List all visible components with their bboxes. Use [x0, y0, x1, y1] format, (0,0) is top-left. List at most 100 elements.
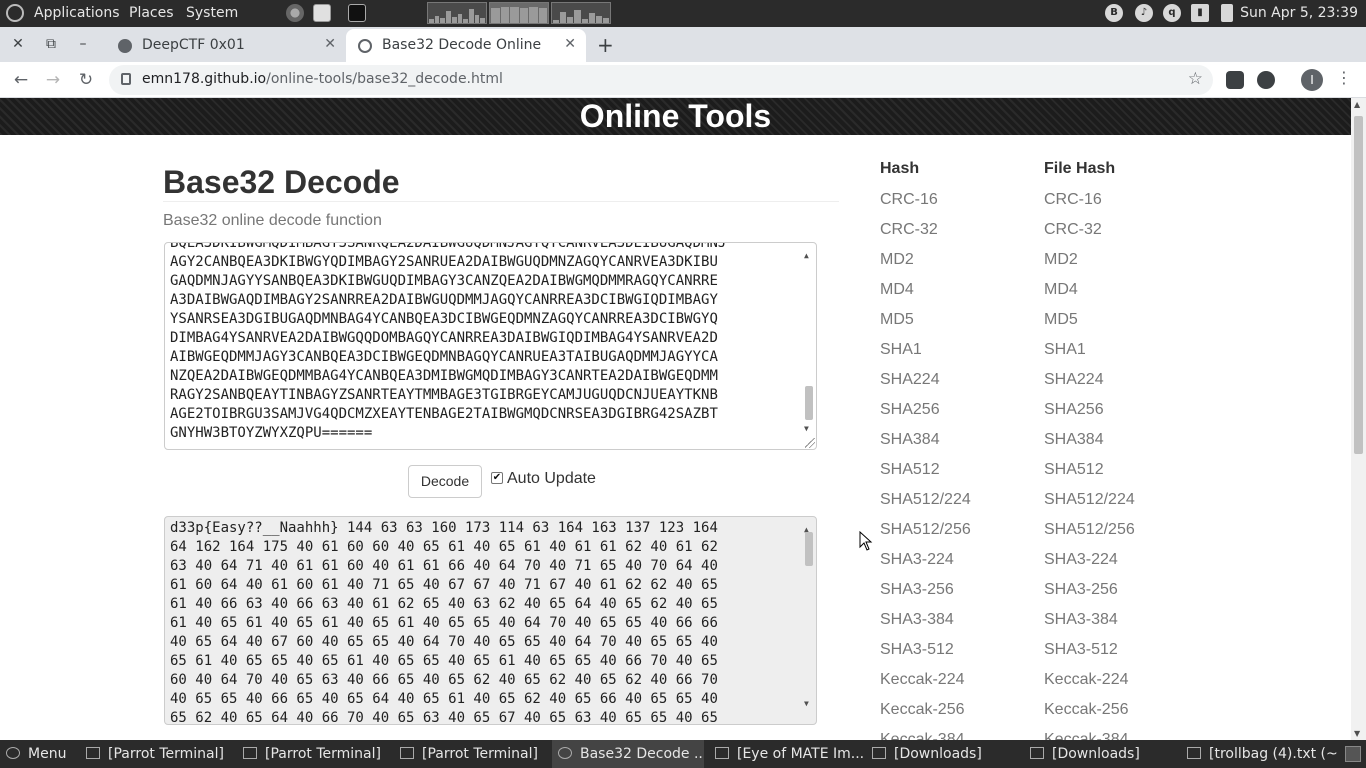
- hash-link[interactable]: SHA224: [880, 370, 971, 400]
- address-bar[interactable]: emn178.github.io/online-tools/base32_dec…: [109, 65, 1213, 95]
- hash-link[interactable]: SHA3-256: [1044, 580, 1135, 610]
- tab-base32-decode[interactable]: Base32 Decode Online ✕: [346, 29, 586, 62]
- hash-link[interactable]: SHA512: [880, 460, 971, 490]
- hash-link[interactable]: SHA3-224: [880, 550, 971, 580]
- taskbar-item-label: [Parrot Terminal]: [422, 746, 538, 762]
- auto-update-label[interactable]: Auto Update: [507, 470, 596, 488]
- hash-link[interactable]: SHA512/256: [880, 520, 971, 550]
- scrollbar-thumb[interactable]: [805, 532, 813, 566]
- taskbar-item[interactable]: [Parrot Terminal]: [243, 740, 393, 768]
- clock[interactable]: Sun Apr 5, 23:39: [1240, 5, 1358, 21]
- parrot-logo-icon[interactable]: [6, 4, 24, 22]
- hash-link[interactable]: SHA3-384: [880, 610, 971, 640]
- hash-link[interactable]: Keccak-224: [1044, 670, 1135, 700]
- taskbar-item[interactable]: [Parrot Terminal]: [400, 740, 550, 768]
- places-menu[interactable]: Places: [129, 5, 174, 21]
- network-signal-icon[interactable]: ▮: [1191, 4, 1209, 22]
- hash-link[interactable]: SHA512/224: [880, 490, 971, 520]
- taskbar-item[interactable]: [Parrot Terminal]: [86, 740, 236, 768]
- decode-button[interactable]: Decode: [408, 465, 482, 498]
- profile-avatar[interactable]: I: [1301, 69, 1323, 91]
- taskbar-item[interactable]: [Downloads]: [872, 740, 1022, 768]
- input-textarea[interactable]: BQEA3DKIBWGMQDIMBAGY3SANRQEA2DAIBWGUQDMN…: [164, 242, 817, 450]
- volume-icon[interactable]: ♪: [1135, 4, 1153, 22]
- extension-icon[interactable]: [1226, 71, 1244, 89]
- hash-link[interactable]: MD2: [1044, 250, 1135, 280]
- hash-link[interactable]: SHA512: [1044, 460, 1135, 490]
- scroll-down-icon[interactable]: ▼: [804, 694, 809, 713]
- window-minimize-icon[interactable]: –: [73, 34, 93, 54]
- hash-link[interactable]: MD2: [880, 250, 971, 280]
- hash-link[interactable]: SHA384: [1044, 430, 1135, 460]
- battery-icon[interactable]: [1221, 4, 1233, 22]
- scroll-up-icon[interactable]: ▲: [804, 246, 809, 265]
- image-viewer-icon: [715, 747, 729, 759]
- hash-link[interactable]: SHA3-256: [880, 580, 971, 610]
- hash-link[interactable]: SHA1: [1044, 340, 1135, 370]
- back-arrow-icon[interactable]: ←: [9, 68, 33, 92]
- reload-icon[interactable]: ↻: [74, 68, 98, 92]
- torrent-icon[interactable]: q: [1163, 4, 1181, 22]
- hash-link[interactable]: CRC-16: [880, 190, 971, 220]
- applications-menu[interactable]: Applications: [34, 5, 120, 21]
- forward-arrow-icon[interactable]: →: [41, 68, 65, 92]
- tab-deepctf[interactable]: DeepCTF 0x01 ✕: [106, 29, 346, 62]
- output-textarea[interactable]: d33p{Easy??__Naahhh} 144 63 63 160 173 1…: [164, 516, 817, 725]
- taskbar-item[interactable]: [Eye of MATE Im...: [715, 740, 865, 768]
- hash-link[interactable]: CRC-32: [1044, 220, 1135, 250]
- hash-link[interactable]: Keccak-256: [1044, 700, 1135, 730]
- scroll-down-icon[interactable]: ▼: [804, 419, 809, 438]
- hash-link[interactable]: SHA3-384: [1044, 610, 1135, 640]
- hash-link[interactable]: SHA512/224: [1044, 490, 1135, 520]
- taskbar-item[interactable]: [trollbag (4).txt (~...: [1187, 740, 1337, 768]
- hash-link[interactable]: MD5: [880, 310, 971, 340]
- hash-link[interactable]: Keccak-224: [880, 670, 971, 700]
- hash-link[interactable]: MD4: [1044, 280, 1135, 310]
- hash-link[interactable]: SHA1: [880, 340, 971, 370]
- workspace-switcher[interactable]: [1345, 746, 1361, 762]
- bookmark-star-icon[interactable]: ☆: [1188, 69, 1203, 89]
- terminal-launcher-icon[interactable]: [348, 4, 366, 22]
- new-tab-button[interactable]: +: [597, 33, 614, 57]
- scrollbar-thumb[interactable]: [1354, 116, 1363, 454]
- scroll-up-icon[interactable]: ▲: [1354, 100, 1360, 109]
- page-scrollbar[interactable]: ▲ ▼: [1351, 98, 1366, 740]
- close-tab-icon[interactable]: ✕: [324, 36, 336, 52]
- hash-link[interactable]: SHA512/256: [1044, 520, 1135, 550]
- output-scrollbar[interactable]: ▲ ▼: [803, 520, 814, 721]
- more-menu-icon[interactable]: ⋮: [1336, 68, 1352, 87]
- hash-link[interactable]: SHA3-512: [880, 640, 971, 670]
- hash-link[interactable]: SHA256: [1044, 400, 1135, 430]
- hash-link[interactable]: Keccak-256: [880, 700, 971, 730]
- hash-link[interactable]: Keccak-384: [880, 730, 971, 740]
- hash-link[interactable]: SHA3-512: [1044, 640, 1135, 670]
- hash-link[interactable]: MD5: [1044, 310, 1135, 340]
- incognito-extension-icon[interactable]: [1257, 71, 1275, 89]
- bluetooth-icon[interactable]: B: [1105, 4, 1123, 22]
- title-divider: [163, 201, 839, 202]
- taskbar-menu[interactable]: Menu: [6, 740, 76, 768]
- scroll-down-icon[interactable]: ▼: [1354, 729, 1360, 738]
- system-menu[interactable]: System: [186, 5, 238, 21]
- resize-grip-icon[interactable]: [805, 438, 815, 448]
- window-restore-icon[interactable]: ⧉: [41, 34, 61, 54]
- site-title[interactable]: Online Tools: [0, 98, 1351, 135]
- hash-link[interactable]: SHA256: [880, 400, 971, 430]
- input-scrollbar[interactable]: ▲ ▼: [803, 246, 814, 446]
- hash-link[interactable]: SHA224: [1044, 370, 1135, 400]
- text-editor-launcher-icon[interactable]: [313, 4, 331, 22]
- hash-link[interactable]: SHA384: [880, 430, 971, 460]
- taskbar-item[interactable]: Base32 Decode ...: [552, 740, 704, 768]
- scrollbar-thumb[interactable]: [805, 386, 813, 420]
- taskbar-item[interactable]: [Downloads]: [1030, 740, 1180, 768]
- hash-link[interactable]: SHA3-224: [1044, 550, 1135, 580]
- auto-update-checkbox[interactable]: ✔: [491, 472, 503, 484]
- hash-link[interactable]: CRC-32: [880, 220, 971, 250]
- hash-link[interactable]: CRC-16: [1044, 190, 1135, 220]
- close-tab-icon[interactable]: ✕: [564, 36, 576, 52]
- browser-launcher-icon[interactable]: [286, 4, 304, 22]
- hash-link[interactable]: MD4: [880, 280, 971, 310]
- hash-link[interactable]: Keccak-384: [1044, 730, 1135, 740]
- window-close-icon[interactable]: ✕: [8, 34, 28, 54]
- web-page: Online Tools Base32 Decode Base32 online…: [0, 98, 1351, 740]
